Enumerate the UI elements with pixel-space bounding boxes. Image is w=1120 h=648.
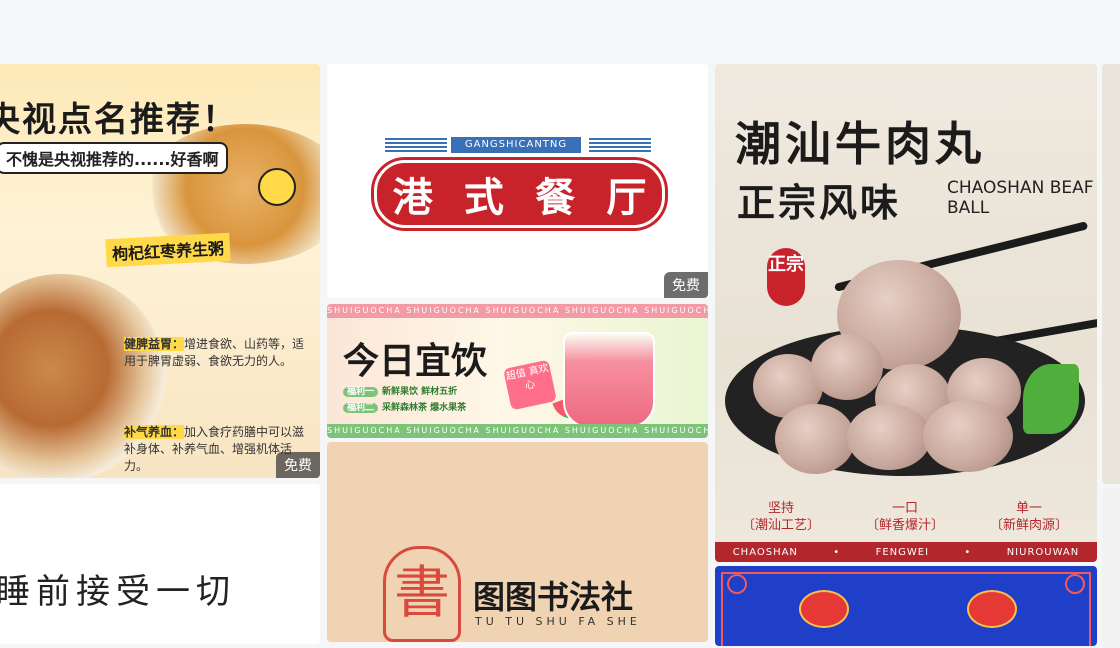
smiley-icon: [258, 168, 296, 206]
beef-ball-image: [847, 404, 931, 470]
banner-stamp: 超值 真欢心: [503, 359, 557, 411]
feature-line: 〔鲜香爆汁〕: [865, 518, 944, 533]
feature-line: 〔潮汕工艺〕: [741, 518, 820, 533]
footer-word: FENGWEI: [875, 546, 930, 558]
handwriting-text: 睡前接受一切: [0, 572, 236, 612]
logo-char: 式: [463, 175, 504, 221]
template-card-hk-restaurant[interactable]: GANGSHICANTNG 港 式 餐 厅 免费: [327, 64, 708, 298]
seal-logo: 書: [383, 546, 461, 642]
banner-perk: 福利二 采鲜森林茶 爆水果茶: [343, 400, 466, 413]
template-card-partial[interactable]: [1102, 64, 1120, 484]
decorative-stripes: [589, 138, 651, 152]
note-key: 补气养血：: [124, 425, 185, 439]
corner-ornament-icon: [727, 574, 747, 594]
feature-item: 一口 〔鲜香爆汁〕: [855, 500, 955, 534]
poster-subtitle: 不愧是央视推荐的......好香啊: [0, 142, 229, 174]
footer-dot: •: [833, 546, 841, 558]
free-badge: 免费: [664, 272, 708, 298]
free-badge: 免费: [276, 452, 320, 478]
lettuce-image: [1023, 364, 1079, 434]
decorative-stripes: [385, 138, 447, 152]
feature-line: 坚持: [767, 501, 794, 516]
poster-note: 健脾益胃：增进食欲、山药等，适用于脾胃虚弱、食欲无力的人。: [124, 336, 314, 370]
club-name: 图图书法社: [473, 578, 634, 616]
club-pinyin: TU TU SHU FA SHE: [475, 615, 641, 628]
note-key: 健脾益胃：: [124, 337, 185, 351]
template-card-calligraphy[interactable]: 書 图图书法社 TU TU SHU FA SHE: [327, 442, 708, 642]
template-card-porridge[interactable]: 央视点名推荐！ 不愧是央视推荐的......好香啊 ✦ ✦ 枸杞红枣养生粥 健脾…: [0, 64, 320, 478]
template-card-drink-banner[interactable]: SHUIGUOCHA SHUIGUOCHA SHUIGUOCHA SHUIGUO…: [327, 304, 708, 438]
poster-footer-bar: CHAOSHAN • FENGWEI • NIUROUWAN: [715, 542, 1097, 562]
feature-item: 坚持 〔潮汕工艺〕: [731, 500, 831, 534]
banner-title: 今日宜饮: [343, 341, 488, 382]
template-card-handwriting[interactable]: 睡前接受一切: [0, 484, 320, 644]
decorative-frame: [721, 572, 1091, 646]
poster-title: 潮汕牛肉丸: [735, 117, 985, 171]
lantern-icon: [967, 590, 1017, 628]
banner-perk: 福利一 新鲜果饮 鲜材五折: [343, 384, 457, 397]
corner-ornament-icon: [1065, 574, 1085, 594]
banner-band: SHUIGUOCHA SHUIGUOCHA SHUIGUOCHA SHUIGUO…: [327, 424, 708, 438]
perk-text: 采鲜森林茶 爆水果茶: [382, 403, 467, 413]
logo-char: 餐: [535, 175, 576, 221]
perk-tag: 福利二: [343, 403, 379, 413]
poster-english: CHAOSHAN BEAF BALL: [947, 178, 1094, 218]
logo-char: 港: [392, 175, 433, 221]
feature-item: 单一 〔新鲜肉源〕: [979, 500, 1079, 534]
footer-dot: •: [964, 546, 972, 558]
template-card-partial[interactable]: [1102, 488, 1120, 648]
logo-pinyin: GANGSHICANTNG: [451, 137, 581, 153]
logo-char: 厅: [606, 175, 647, 221]
footer-word: CHAOSHAN: [732, 546, 798, 558]
feature-line: 一口: [891, 501, 918, 516]
top-bar: [0, 0, 1120, 62]
feature-line: 〔新鲜肉源〕: [989, 518, 1068, 533]
footer-word: NIUROUWAN: [1006, 546, 1080, 558]
restaurant-logo: 港 式 餐 厅: [374, 160, 665, 228]
poster-tag: 枸杞红枣养生粥: [105, 232, 231, 268]
banner-band: SHUIGUOCHA SHUIGUOCHA SHUIGUOCHA SHUIGUO…: [327, 304, 708, 318]
perk-text: 新鲜果饮 鲜材五折: [382, 387, 458, 397]
drink-cup-image: [563, 332, 655, 428]
template-card-lantern[interactable]: [715, 566, 1097, 646]
feature-line: 单一: [1015, 501, 1042, 516]
beef-ball-image: [811, 334, 883, 400]
authentic-tag: 正宗: [767, 248, 805, 306]
poster-title: 央视点名推荐！: [0, 100, 238, 140]
poster-subtitle: 正宗风味: [737, 181, 902, 225]
beef-ball-image: [923, 400, 1013, 472]
lantern-icon: [799, 590, 849, 628]
perk-tag: 福利一: [343, 387, 379, 397]
template-card-beef-ball[interactable]: 潮汕牛肉丸 正宗风味 CHAOSHAN BEAF BALL 正宗 坚持〔潮汕工艺…: [715, 64, 1097, 562]
beef-ball-image: [775, 404, 855, 474]
